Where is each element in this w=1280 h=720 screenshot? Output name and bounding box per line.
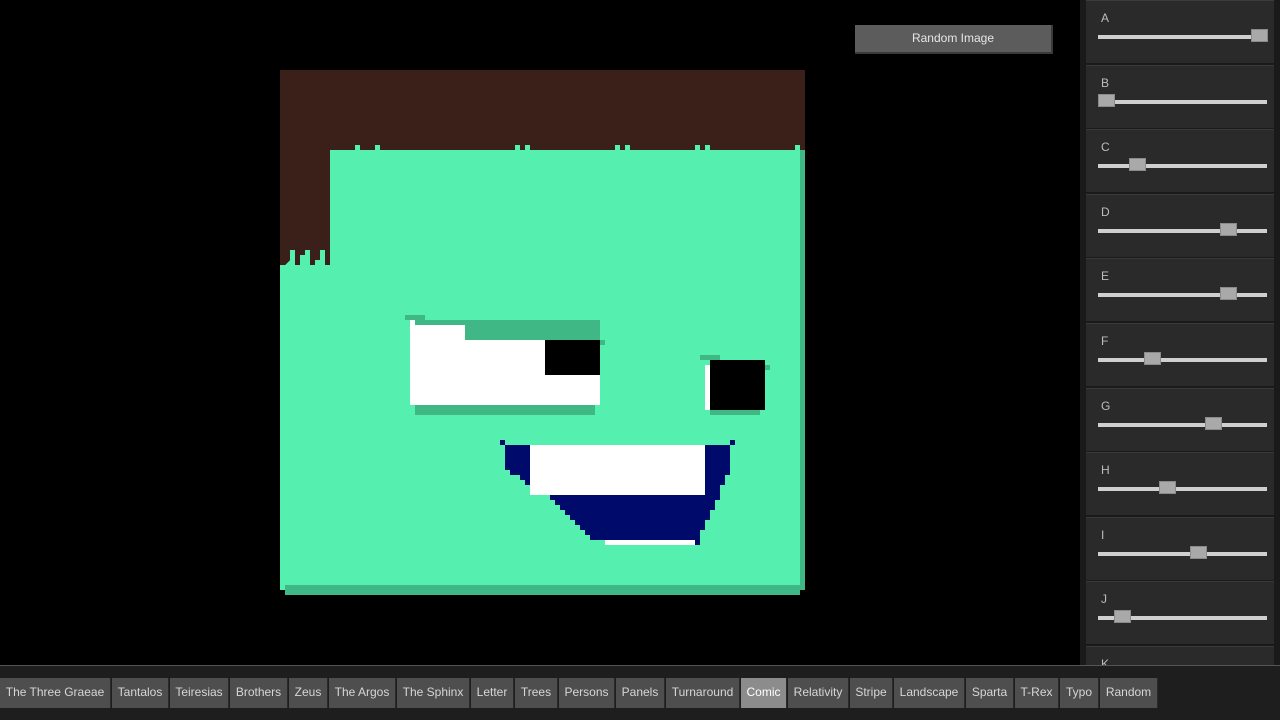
slider-thumb[interactable] — [1220, 287, 1238, 301]
slider-row-j: J — [1086, 581, 1274, 645]
slider-row-e: E — [1086, 258, 1274, 322]
slider-label: J — [1101, 592, 1107, 607]
slider-thumb[interactable] — [1098, 93, 1116, 107]
slider-track-c[interactable] — [1098, 158, 1267, 172]
left-pupil — [545, 340, 600, 375]
left-eye — [405, 315, 605, 415]
right-eye — [700, 355, 770, 415]
slider-label: B — [1101, 75, 1110, 90]
tab-brothers[interactable]: Brothers — [230, 678, 288, 708]
tab-the-three-graeae[interactable]: The Three Graeae — [0, 678, 111, 708]
tab-landscape[interactable]: Landscape — [894, 678, 965, 708]
slider-row-i: I — [1086, 516, 1274, 580]
tab-random[interactable]: Random — [1100, 678, 1158, 708]
face-skin — [285, 265, 800, 590]
image-canvas: Random Image — [0, 0, 1080, 665]
slider-label: A — [1101, 11, 1110, 25]
tab-relativity[interactable]: Relativity — [788, 678, 849, 708]
slider-label: C — [1101, 140, 1110, 155]
parameter-sidebar: A B C D E F G H I J K — [1080, 0, 1280, 665]
right-pupil — [710, 360, 765, 410]
slider-label: E — [1101, 269, 1110, 284]
slider-track-b[interactable] — [1098, 93, 1267, 107]
slider-label: H — [1101, 463, 1110, 478]
tab-t-rex[interactable]: T-Rex — [1015, 678, 1059, 708]
face-skin-left-edge — [280, 265, 285, 590]
gallery-tab-bar: The Three Graeae Tantalos Teiresias Brother… — [0, 665, 1280, 720]
tab-trees[interactable]: Trees — [515, 678, 558, 708]
random-image-button[interactable]: Random Image — [855, 25, 1053, 54]
tab-zeus[interactable]: Zeus — [289, 678, 328, 708]
slider-row-h: H — [1086, 452, 1274, 516]
tab-sparta[interactable]: Sparta — [966, 678, 1014, 708]
tab-tantalos[interactable]: Tantalos — [112, 678, 169, 708]
tab-letter[interactable]: Letter — [471, 678, 514, 708]
slider-thumb[interactable] — [1220, 222, 1238, 236]
slider-track-e[interactable] — [1098, 287, 1267, 301]
slider-label: F — [1101, 334, 1109, 348]
tab-turnaround[interactable]: Turnaround — [666, 678, 740, 708]
teeth — [530, 445, 705, 495]
slider-track-h[interactable] — [1098, 481, 1267, 495]
slider-track-g[interactable] — [1098, 416, 1267, 430]
tab-the-sphinx[interactable]: The Sphinx — [397, 678, 470, 708]
slider-track-f[interactable] — [1098, 352, 1267, 365]
slider-track-j[interactable] — [1098, 610, 1267, 624]
hair-fringe-left — [285, 250, 330, 280]
slider-row-c: C — [1086, 129, 1274, 193]
slider-label: G — [1101, 398, 1111, 413]
tab-the-argos[interactable]: The Argos — [329, 678, 396, 708]
slider-thumb[interactable] — [1189, 545, 1207, 559]
comic-face-image — [280, 70, 805, 595]
tab-typo[interactable]: Typo — [1060, 678, 1099, 708]
face-skin-right-edge — [800, 150, 805, 590]
tab-comic[interactable]: Comic — [741, 678, 787, 708]
slider-thumb[interactable] — [1128, 158, 1146, 172]
slider-row-a: A — [1086, 0, 1274, 63]
face-skin-bottom-edge — [285, 585, 800, 595]
slider-thumb[interactable] — [1204, 416, 1222, 430]
tab-panels[interactable]: Panels — [616, 678, 665, 708]
slider-track-a[interactable] — [1098, 29, 1268, 42]
slider-label: D — [1101, 204, 1110, 219]
tab-stripe[interactable]: Stripe — [850, 678, 893, 708]
slider-label: K — [1101, 657, 1110, 665]
slider-track-i[interactable] — [1098, 545, 1267, 559]
slider-track-d[interactable] — [1098, 222, 1267, 236]
tab-teiresias[interactable]: Teiresias — [170, 678, 229, 708]
slider-label: I — [1101, 527, 1105, 542]
tab-persons[interactable]: Persons — [559, 678, 615, 708]
slider-row-k: K — [1086, 646, 1274, 665]
slider-row-d: D — [1086, 193, 1274, 257]
slider-row-g: G — [1086, 387, 1274, 451]
slider-thumb[interactable] — [1159, 481, 1177, 495]
slider-row-f: F — [1086, 323, 1274, 386]
slider-thumb[interactable] — [1144, 352, 1162, 365]
slider-thumb[interactable] — [1250, 29, 1268, 42]
slider-row-b: B — [1086, 64, 1274, 128]
slider-thumb[interactable] — [1113, 610, 1131, 624]
